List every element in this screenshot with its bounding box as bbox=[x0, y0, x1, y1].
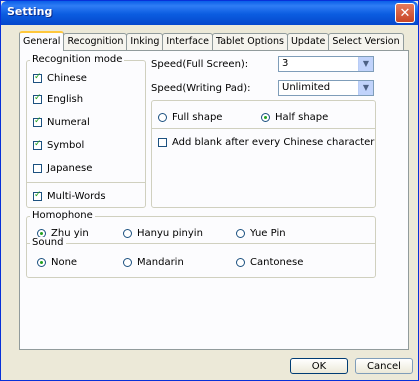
checkbox-label: English bbox=[47, 94, 84, 105]
checkbox-box[interactable] bbox=[33, 116, 42, 127]
checkbox-chinese[interactable]: Chinese bbox=[33, 72, 87, 84]
radio-label: Full shape bbox=[172, 112, 223, 123]
divider bbox=[152, 128, 375, 129]
checkbox-label: Multi-Words bbox=[47, 191, 106, 202]
radio-circle[interactable] bbox=[158, 113, 167, 122]
checkbox-label: Symbol bbox=[47, 140, 85, 151]
radio-half-shape[interactable]: Half shape bbox=[261, 112, 328, 123]
radio-circle[interactable] bbox=[123, 258, 132, 267]
tab-select-version[interactable]: Select Version bbox=[328, 33, 404, 51]
divider bbox=[27, 243, 375, 244]
checkbox-add-blank[interactable]: Add blank after every Chinese character bbox=[158, 137, 374, 148]
select-value: Unlimited bbox=[282, 82, 331, 93]
checkbox-label: Add blank after every Chinese character bbox=[172, 137, 375, 148]
close-button[interactable]: ✕ bbox=[395, 3, 415, 23]
chevron-down-icon[interactable]: ▼ bbox=[358, 81, 373, 95]
checkbox-japanese[interactable]: Japanese bbox=[33, 163, 92, 174]
checkbox-box[interactable] bbox=[33, 93, 42, 104]
radio-hanyu-pinyin[interactable]: Hanyu pinyin bbox=[123, 228, 203, 239]
checkbox-label: Numeral bbox=[47, 117, 90, 128]
radio-label: Cantonese bbox=[250, 257, 304, 268]
radio-label: Half shape bbox=[275, 112, 329, 123]
tab-tablet-options[interactable]: Tablet Options bbox=[211, 33, 288, 51]
divider bbox=[27, 182, 145, 183]
radio-mandarin[interactable]: Mandarin bbox=[123, 257, 184, 268]
radio-yue-pin[interactable]: Yue Pin bbox=[236, 228, 286, 239]
ok-button[interactable]: OK bbox=[290, 358, 348, 374]
general-tab-panel: Recognition mode Chinese English Numeral… bbox=[19, 50, 409, 350]
sound-legend: Sound bbox=[30, 237, 66, 248]
select-value: 3 bbox=[282, 58, 289, 69]
tab-bar: General Recognition Inking Interface Tab… bbox=[19, 31, 404, 51]
chevron-down-icon[interactable]: ▼ bbox=[358, 57, 373, 71]
close-icon: ✕ bbox=[399, 5, 411, 21]
window-title: Setting bbox=[7, 5, 53, 18]
tab-recognition[interactable]: Recognition bbox=[63, 33, 128, 51]
radio-full-shape[interactable]: Full shape bbox=[158, 112, 222, 123]
checkbox-box[interactable] bbox=[158, 138, 167, 147]
settings-window: Setting ✕ General Recognition Inking Int… bbox=[0, 0, 419, 381]
checkbox-symbol[interactable]: Symbol bbox=[33, 139, 85, 151]
speed-full-screen-select[interactable]: 3 ▼ bbox=[278, 56, 374, 72]
cancel-button[interactable]: Cancel bbox=[355, 358, 413, 374]
tab-update[interactable]: Update bbox=[286, 33, 330, 51]
radio-circle[interactable] bbox=[236, 258, 245, 267]
speed-writing-pad-label: Speed(Writing Pad): bbox=[151, 83, 251, 94]
checkbox-label: Japanese bbox=[47, 163, 93, 174]
radio-label: Yue Pin bbox=[250, 228, 286, 239]
recognition-mode-legend: Recognition mode bbox=[30, 54, 125, 65]
tab-interface[interactable]: Interface bbox=[162, 33, 213, 51]
checkbox-english[interactable]: English bbox=[33, 93, 84, 105]
radio-circle[interactable] bbox=[236, 229, 245, 238]
radio-circle[interactable] bbox=[261, 113, 270, 122]
checkbox-box[interactable] bbox=[33, 190, 42, 201]
radio-label: None bbox=[51, 257, 78, 268]
radio-cantonese[interactable]: Cantonese bbox=[236, 257, 303, 268]
tab-inking[interactable]: Inking bbox=[126, 33, 164, 51]
radio-label: Hanyu pinyin bbox=[137, 228, 203, 239]
radio-circle[interactable] bbox=[37, 258, 46, 267]
checkbox-box[interactable] bbox=[33, 164, 42, 173]
radio-circle[interactable] bbox=[123, 229, 132, 238]
homophone-legend: Homophone bbox=[30, 210, 95, 221]
speed-full-screen-label: Speed(Full Screen): bbox=[151, 59, 249, 70]
checkbox-box[interactable] bbox=[33, 72, 42, 83]
title-bar[interactable]: Setting ✕ bbox=[1, 1, 418, 25]
checkbox-box[interactable] bbox=[33, 139, 42, 150]
speed-writing-pad-select[interactable]: Unlimited ▼ bbox=[278, 80, 374, 96]
checkbox-numeral[interactable]: Numeral bbox=[33, 116, 90, 128]
checkbox-label: Chinese bbox=[47, 73, 87, 84]
homophone-sound-group: Homophone Zhu yin Hanyu pinyin Yue Pin S… bbox=[26, 210, 376, 278]
recognition-mode-group: Recognition mode Chinese English Numeral… bbox=[26, 54, 146, 208]
checkbox-multi-words[interactable]: Multi-Words bbox=[33, 190, 106, 202]
shape-options-group: Full shape Half shape Add blank after ev… bbox=[151, 100, 376, 208]
radio-none[interactable]: None bbox=[37, 257, 77, 268]
tab-general[interactable]: General bbox=[19, 31, 65, 51]
radio-label: Mandarin bbox=[137, 257, 184, 268]
